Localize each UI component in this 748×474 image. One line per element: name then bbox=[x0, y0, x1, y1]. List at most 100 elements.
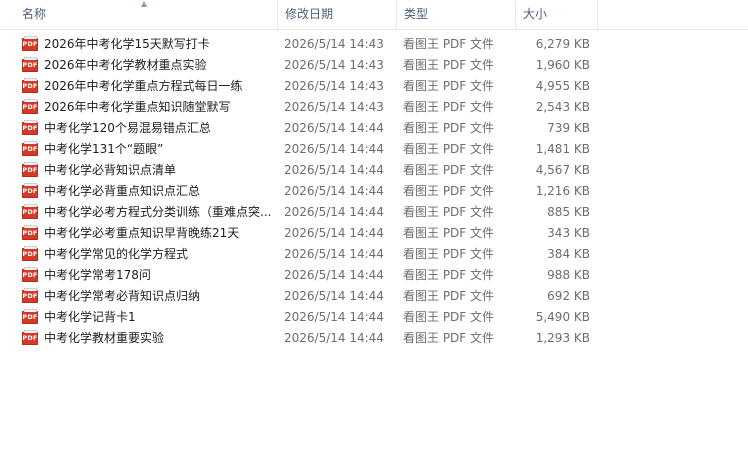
file-row[interactable]: PDF 中考化学131个“题眼” 2026/5/14 14:44 看图王 PDF 文件… bbox=[0, 139, 748, 160]
file-row[interactable]: PDF 中考化学120个易混易错点汇总 2026/5/14 14:44 看图王 PDF… bbox=[0, 118, 748, 139]
pdf-file-icon: PDF bbox=[22, 225, 38, 240]
file-row[interactable]: PDF 2026年中考化学15天默写打卡 2026/5/14 14:43 看图王 PD… bbox=[0, 34, 748, 55]
column-header-date[interactable]: 修改日期 bbox=[278, 0, 397, 29]
file-list: PDF 2026年中考化学15天默写打卡 2026/5/14 14:43 看图王 PD… bbox=[0, 34, 748, 349]
column-header-type[interactable]: 类型 bbox=[397, 0, 516, 29]
file-name-cell: PDF 中考化学必考方程式分类训练（重难点突... bbox=[22, 202, 278, 223]
file-type: 看图王 PDF 文件 bbox=[403, 310, 495, 324]
file-type: 看图王 PDF 文件 bbox=[403, 226, 495, 240]
file-name: 中考化学必背重点知识点汇总 bbox=[44, 184, 201, 198]
file-date: 2026/5/14 14:44 bbox=[284, 247, 384, 261]
file-type: 看图王 PDF 文件 bbox=[403, 100, 495, 114]
file-row[interactable]: PDF 中考化学必考方程式分类训练（重难点突... 2026/5/14 14:44 看… bbox=[0, 202, 748, 223]
file-name: 2026年中考化学教材重点实验 bbox=[44, 58, 207, 72]
column-header-name-label: 名称 bbox=[22, 7, 47, 21]
file-row[interactable]: PDF 中考化学常考178问 2026/5/14 14:44 看图王 PDF 文件 98… bbox=[0, 265, 748, 286]
pdf-file-icon: PDF bbox=[22, 330, 38, 345]
file-name-cell: PDF 中考化学教材重要实验 bbox=[22, 328, 278, 349]
file-size: 1,481 KB bbox=[535, 142, 590, 156]
file-size: 1,960 KB bbox=[535, 58, 590, 72]
file-name-cell: PDF 2026年中考化学15天默写打卡 bbox=[22, 34, 278, 55]
file-row[interactable]: PDF 2026年中考化学重点知识随堂默写 2026/5/14 14:43 看图王 P… bbox=[0, 97, 748, 118]
file-date: 2026/5/14 14:44 bbox=[284, 331, 384, 345]
file-size: 5,490 KB bbox=[535, 310, 590, 324]
file-name: 中考化学常见的化学方程式 bbox=[44, 247, 189, 261]
file-size: 4,567 KB bbox=[535, 163, 590, 177]
pdf-file-icon: PDF bbox=[22, 36, 38, 51]
file-size: 1,216 KB bbox=[535, 184, 590, 198]
file-type: 看图王 PDF 文件 bbox=[403, 58, 495, 72]
file-row[interactable]: PDF 中考化学常考必背知识点归纳 2026/5/14 14:44 看图王 PDF 文… bbox=[0, 286, 748, 307]
file-date: 2026/5/14 14:44 bbox=[284, 310, 384, 324]
file-type: 看图王 PDF 文件 bbox=[403, 79, 495, 93]
file-name: 中考化学必考方程式分类训练（重难点突... bbox=[44, 205, 272, 219]
file-date: 2026/5/14 14:43 bbox=[284, 37, 384, 51]
pdf-file-icon: PDF bbox=[22, 204, 38, 219]
file-type: 看图王 PDF 文件 bbox=[403, 331, 495, 345]
file-name-cell: PDF 中考化学必背重点知识点汇总 bbox=[22, 181, 278, 202]
file-name: 中考化学必背知识点清单 bbox=[44, 163, 177, 177]
file-name: 中考化学120个易混易错点汇总 bbox=[44, 121, 211, 135]
file-date: 2026/5/14 14:44 bbox=[284, 142, 384, 156]
file-name: 中考化学常考必背知识点归纳 bbox=[44, 289, 201, 303]
file-type: 看图王 PDF 文件 bbox=[403, 142, 495, 156]
file-name-cell: PDF 中考化学记背卡1 bbox=[22, 307, 278, 328]
pdf-file-icon: PDF bbox=[22, 57, 38, 72]
file-name-cell: PDF 中考化学常见的化学方程式 bbox=[22, 244, 278, 265]
file-type: 看图王 PDF 文件 bbox=[403, 205, 495, 219]
file-date: 2026/5/14 14:44 bbox=[284, 289, 384, 303]
file-name: 2026年中考化学15天默写打卡 bbox=[44, 37, 210, 51]
file-name-cell: PDF 中考化学常考必背知识点归纳 bbox=[22, 286, 278, 307]
file-size: 692 KB bbox=[547, 289, 590, 303]
file-row[interactable]: PDF 中考化学必背知识点清单 2026/5/14 14:44 看图王 PDF 文件 4… bbox=[0, 160, 748, 181]
file-name: 中考化学必考重点知识早背晚练21天 bbox=[44, 226, 240, 240]
file-name: 2026年中考化学重点知识随堂默写 bbox=[44, 100, 231, 114]
file-row[interactable]: PDF 中考化学必考重点知识早背晚练21天 2026/5/14 14:44 看图王 P… bbox=[0, 223, 748, 244]
file-name-cell: PDF 中考化学必考重点知识早背晚练21天 bbox=[22, 223, 278, 244]
file-name: 中考化学记背卡1 bbox=[44, 310, 136, 324]
file-date: 2026/5/14 14:44 bbox=[284, 226, 384, 240]
file-date: 2026/5/14 14:44 bbox=[284, 184, 384, 198]
pdf-file-icon: PDF bbox=[22, 246, 38, 261]
file-name-cell: PDF 中考化学120个易混易错点汇总 bbox=[22, 118, 278, 139]
column-header-bar: ▲ 名称 修改日期 类型 大小 bbox=[0, 0, 748, 30]
file-size: 343 KB bbox=[547, 226, 590, 240]
pdf-file-icon: PDF bbox=[22, 267, 38, 282]
file-size: 885 KB bbox=[547, 205, 590, 219]
file-date: 2026/5/14 14:44 bbox=[284, 268, 384, 282]
file-date: 2026/5/14 14:43 bbox=[284, 79, 384, 93]
file-name: 中考化学教材重要实验 bbox=[44, 331, 165, 345]
file-row[interactable]: PDF 中考化学常见的化学方程式 2026/5/14 14:44 看图王 PDF 文件… bbox=[0, 244, 748, 265]
pdf-file-icon: PDF bbox=[22, 78, 38, 93]
pdf-file-icon: PDF bbox=[22, 162, 38, 177]
file-type: 看图王 PDF 文件 bbox=[403, 184, 495, 198]
file-date: 2026/5/14 14:43 bbox=[284, 58, 384, 72]
column-header-size[interactable]: 大小 bbox=[516, 0, 598, 29]
file-row[interactable]: PDF 中考化学记背卡1 2026/5/14 14:44 看图王 PDF 文件 5,49… bbox=[0, 307, 748, 328]
file-type: 看图王 PDF 文件 bbox=[403, 289, 495, 303]
pdf-file-icon: PDF bbox=[22, 309, 38, 324]
file-date: 2026/5/14 14:44 bbox=[284, 205, 384, 219]
file-date: 2026/5/14 14:44 bbox=[284, 121, 384, 135]
file-name: 2026年中考化学重点方程式每日一练 bbox=[44, 79, 243, 93]
file-row[interactable]: PDF 中考化学教材重要实验 2026/5/14 14:44 看图王 PDF 文件 1,… bbox=[0, 328, 748, 349]
column-header-name[interactable]: ▲ 名称 bbox=[0, 0, 278, 29]
file-type: 看图王 PDF 文件 bbox=[403, 247, 495, 261]
pdf-file-icon: PDF bbox=[22, 183, 38, 198]
file-date: 2026/5/14 14:43 bbox=[284, 100, 384, 114]
file-row[interactable]: PDF 中考化学必背重点知识点汇总 2026/5/14 14:44 看图王 PDF 文… bbox=[0, 181, 748, 202]
file-row[interactable]: PDF 2026年中考化学重点方程式每日一练 2026/5/14 14:43 看图王 … bbox=[0, 76, 748, 97]
column-header-size-label: 大小 bbox=[523, 7, 548, 21]
file-name-cell: PDF 中考化学常考178问 bbox=[22, 265, 278, 286]
file-name-cell: PDF 2026年中考化学重点方程式每日一练 bbox=[22, 76, 278, 97]
pdf-file-icon: PDF bbox=[22, 288, 38, 303]
pdf-file-icon: PDF bbox=[22, 99, 38, 114]
file-size: 2,543 KB bbox=[535, 100, 590, 114]
file-row[interactable]: PDF 2026年中考化学教材重点实验 2026/5/14 14:43 看图王 PDF… bbox=[0, 55, 748, 76]
column-header-date-label: 修改日期 bbox=[285, 7, 334, 21]
file-name-cell: PDF 中考化学必背知识点清单 bbox=[22, 160, 278, 181]
file-size: 739 KB bbox=[547, 121, 590, 135]
column-header-type-label: 类型 bbox=[404, 7, 429, 21]
file-size: 384 KB bbox=[547, 247, 590, 261]
file-date: 2026/5/14 14:44 bbox=[284, 163, 384, 177]
